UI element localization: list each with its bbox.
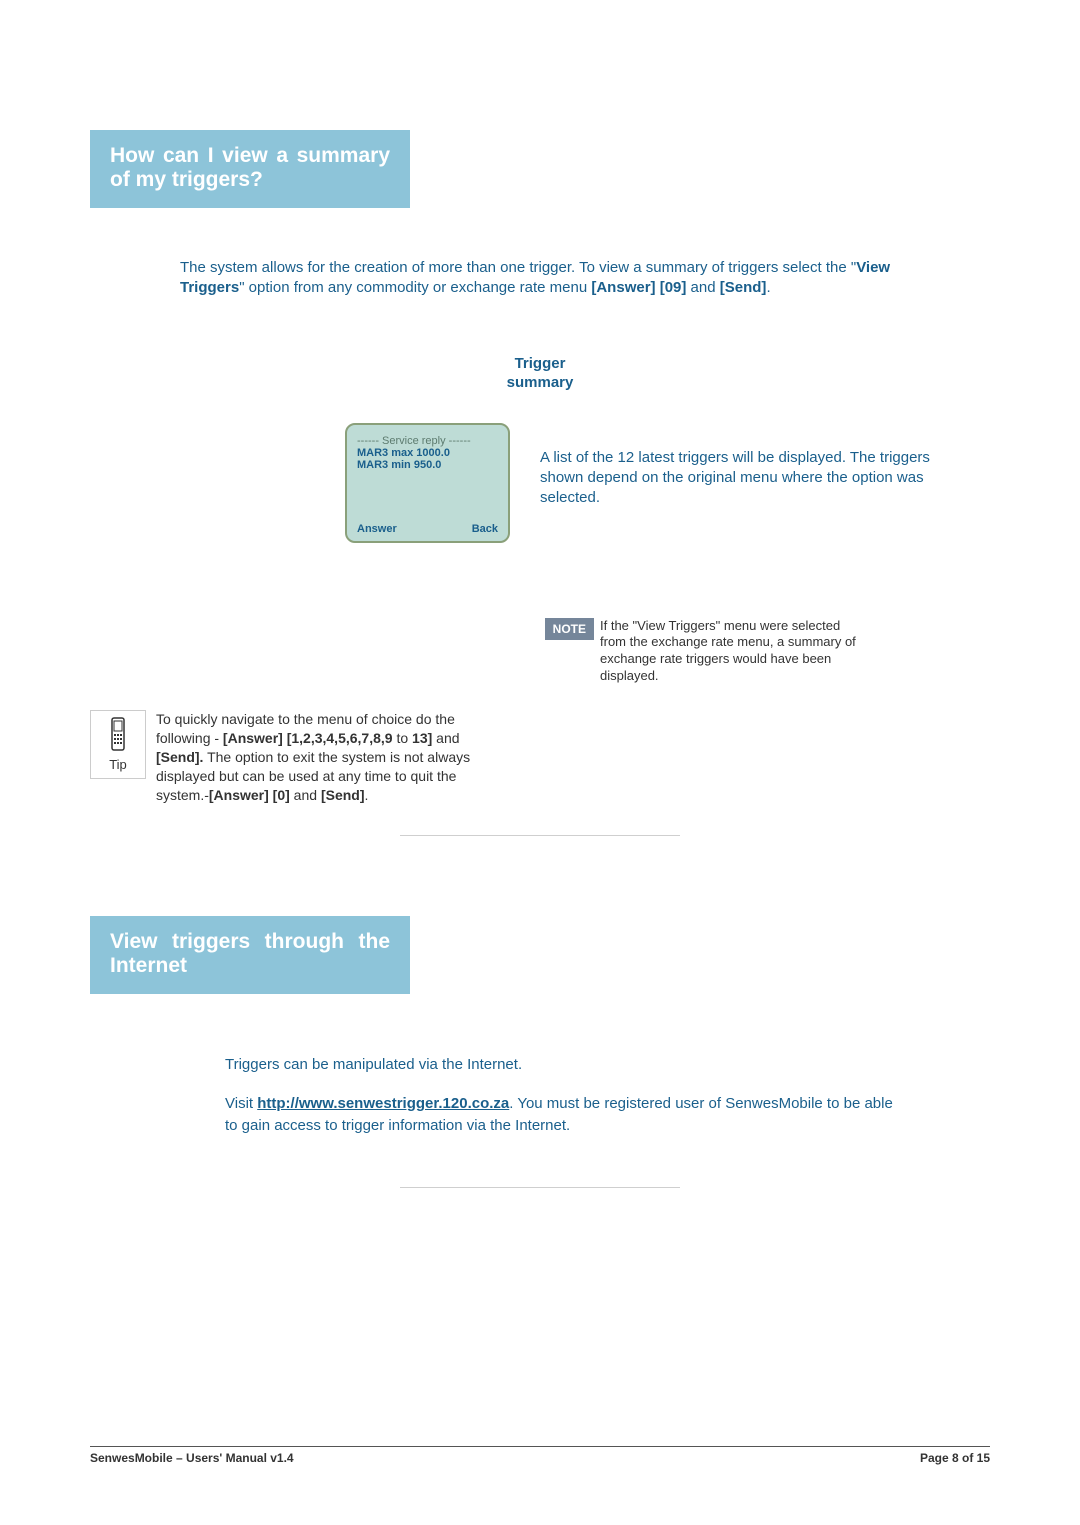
section-divider bbox=[400, 1187, 680, 1188]
footer-left: SenwesMobile – Users' Manual v1.4 bbox=[90, 1451, 294, 1465]
phone-screen: ------ Service reply ------ MAR3 max 100… bbox=[345, 423, 510, 543]
t: . bbox=[365, 787, 369, 803]
b: [Answer] [1,2,3,4,5,6,7,8,9 bbox=[223, 730, 393, 746]
b: [Answer] [0] bbox=[209, 787, 290, 803]
heading-text: How can I view a summary of my triggers? bbox=[110, 144, 390, 192]
heading-text: View triggers through the Internet bbox=[110, 930, 390, 978]
t: and bbox=[290, 787, 321, 803]
b: 13] bbox=[412, 730, 432, 746]
screen-body: ------ Service reply ------ MAR3 max 100… bbox=[357, 435, 498, 523]
page-footer: SenwesMobile – Users' Manual v1.4 Page 8… bbox=[90, 1446, 990, 1465]
t: Visit bbox=[225, 1095, 257, 1112]
note-label: NOTE bbox=[545, 618, 594, 640]
trigger-url-link[interactable]: http://www.senwestrigger.120.co.za bbox=[257, 1095, 509, 1112]
b: [Send] bbox=[321, 787, 365, 803]
line: Trigger bbox=[515, 355, 566, 372]
note-text: If the "View Triggers" menu were selecte… bbox=[600, 618, 860, 686]
t: and bbox=[432, 730, 459, 746]
text: . bbox=[766, 279, 770, 296]
line: summary bbox=[507, 374, 574, 391]
screen-line-1: MAR3 max 1000.0 bbox=[357, 447, 498, 459]
tip-text: To quickly navigate to the menu of choic… bbox=[156, 710, 476, 804]
p2: Visit http://www.senwestrigger.120.co.za… bbox=[225, 1093, 905, 1137]
screen-row: ------ Service reply ------ MAR3 max 100… bbox=[90, 423, 990, 543]
note-row: NOTE If the "View Triggers" menu were se… bbox=[90, 618, 990, 686]
text: " option from any commodity or exchange … bbox=[239, 279, 591, 296]
text: and bbox=[686, 279, 719, 296]
b: [Send]. bbox=[156, 749, 203, 765]
screen-description: A list of the 12 latest triggers will be… bbox=[540, 423, 990, 509]
bold: [Answer] [09] bbox=[591, 279, 686, 296]
phone-icon bbox=[108, 717, 128, 751]
softkey-answer: Answer bbox=[357, 523, 397, 535]
p1: Triggers can be manipulated via the Inte… bbox=[225, 1054, 905, 1076]
description-text: A list of the 12 latest triggers will be… bbox=[540, 448, 930, 509]
screen-header: ------ Service reply ------ bbox=[357, 435, 498, 447]
bold: [Send] bbox=[720, 279, 767, 296]
trigger-summary-title: Trigger summary bbox=[450, 354, 630, 393]
intro-paragraph: The system allows for the creation of mo… bbox=[180, 258, 920, 299]
section-heading-1: How can I view a summary of my triggers? bbox=[90, 130, 410, 208]
tip-label: Tip bbox=[93, 757, 143, 772]
t: to bbox=[393, 730, 412, 746]
tip-row: Tip To quickly navigate to the menu of c… bbox=[90, 710, 990, 804]
screen-line-2: MAR3 min 950.0 bbox=[357, 459, 498, 471]
screen-footer: Answer Back bbox=[357, 523, 498, 535]
section-divider bbox=[400, 835, 680, 836]
screen-column: ------ Service reply ------ MAR3 max 100… bbox=[90, 423, 540, 543]
text: The system allows for the creation of mo… bbox=[180, 259, 856, 276]
footer-right: Page 8 of 15 bbox=[920, 1451, 990, 1465]
softkey-back: Back bbox=[472, 523, 498, 535]
internet-section: Triggers can be manipulated via the Inte… bbox=[225, 1054, 905, 1137]
section-heading-2: View triggers through the Internet bbox=[90, 916, 410, 994]
tip-icon-cell: Tip bbox=[90, 710, 146, 779]
page: How can I view a summary of my triggers?… bbox=[0, 0, 1080, 1525]
